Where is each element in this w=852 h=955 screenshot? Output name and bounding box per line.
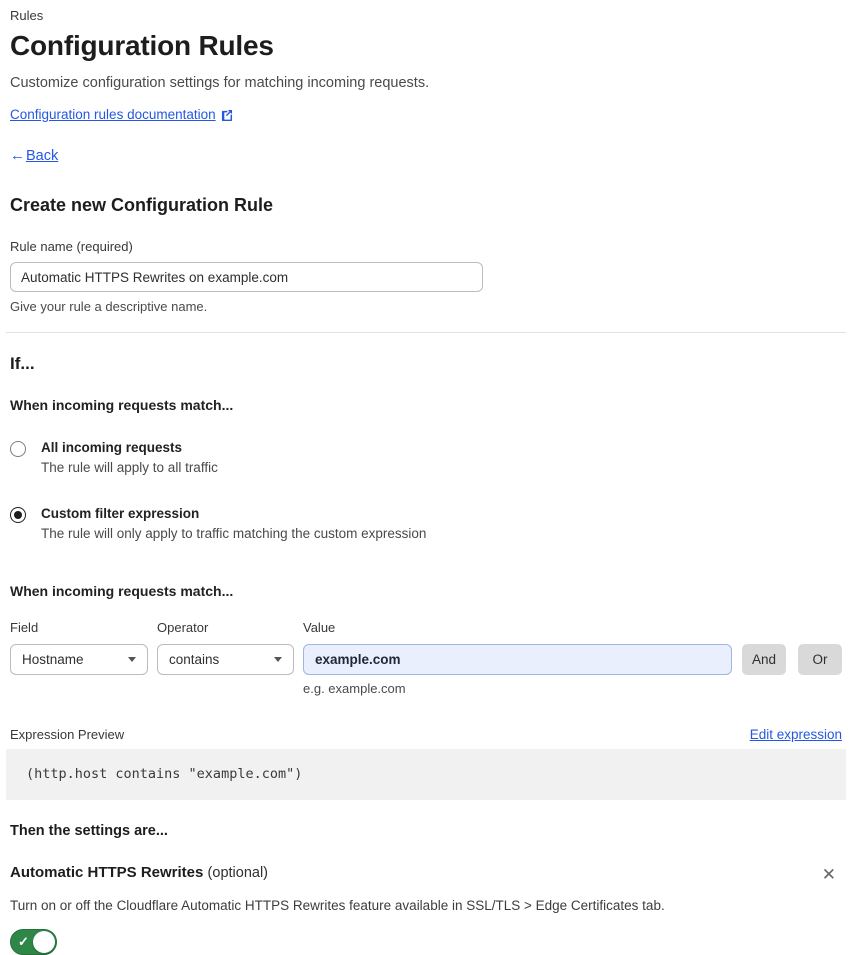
field-select[interactable]: Hostname	[10, 644, 148, 675]
page-title: Configuration Rules	[10, 30, 274, 61]
setting-title-name: Automatic HTTPS Rewrites	[10, 864, 204, 881]
radio-custom-filter-description: The rule will only apply to traffic matc…	[41, 526, 427, 541]
external-link-icon	[221, 109, 233, 121]
chevron-down-icon	[128, 657, 136, 662]
check-icon: ✓	[18, 934, 29, 949]
value-column: Value e.g. example.com	[303, 620, 732, 696]
create-rule-heading: Create new Configuration Rule	[10, 195, 274, 215]
match-type-label: When incoming requests match...	[10, 397, 234, 413]
or-button[interactable]: Or	[798, 644, 842, 675]
radio-option-custom-filter[interactable]: Custom filter expression The rule will o…	[10, 506, 842, 541]
then-settings-heading: Then the settings are...	[10, 823, 168, 839]
rule-name-input[interactable]	[10, 262, 483, 292]
page-description: Customize configuration settings for mat…	[10, 75, 430, 91]
if-heading: If...	[10, 354, 35, 373]
rule-name-help: Give your rule a descriptive name.	[10, 299, 208, 314]
radio-all-requests-label: All incoming requests	[41, 440, 183, 455]
radio-all-requests-icon[interactable]	[10, 441, 26, 457]
operator-select[interactable]: contains	[157, 644, 294, 675]
expression-preview-code: (http.host contains "example.com")	[6, 749, 846, 800]
section-divider	[6, 332, 846, 333]
expression-preview-header: Expression Preview Edit expression	[10, 727, 842, 742]
operator-column: Operator contains	[157, 620, 294, 696]
radio-custom-filter-label: Custom filter expression	[41, 506, 200, 521]
setting-header: Automatic HTTPS Rewrites (optional) ✕	[10, 864, 842, 885]
expression-builder-row: Field Hostname Operator contains Value e…	[10, 620, 842, 696]
rule-name-label: Rule name (required)	[10, 239, 133, 254]
value-input[interactable]	[303, 644, 732, 675]
expression-preview-label: Expression Preview	[10, 727, 125, 742]
automatic-https-rewrites-toggle[interactable]: ✓	[10, 929, 57, 955]
field-label: Field	[10, 620, 39, 635]
breadcrumb: Rules	[10, 8, 44, 23]
setting-title: Automatic HTTPS Rewrites (optional)	[10, 864, 268, 881]
radio-custom-filter-icon[interactable]	[10, 507, 26, 523]
setting-optional-tag: (optional)	[207, 865, 268, 881]
documentation-link[interactable]: Configuration rules documentation	[10, 107, 216, 122]
operator-select-value: contains	[169, 652, 220, 667]
operator-label: Operator	[157, 620, 209, 635]
chevron-down-icon	[274, 657, 282, 662]
value-label: Value	[303, 620, 336, 635]
radio-all-requests-description: The rule will apply to all traffic	[41, 460, 218, 475]
expression-builder-heading: When incoming requests match...	[10, 583, 234, 599]
and-button[interactable]: And	[742, 644, 786, 675]
toggle-knob[interactable]	[33, 931, 55, 953]
value-help: e.g. example.com	[303, 681, 406, 696]
close-icon[interactable]: ✕	[818, 864, 840, 885]
back-arrow-icon: ←	[10, 147, 25, 164]
field-column: Field Hostname	[10, 620, 148, 696]
back-row: ← Back	[10, 147, 842, 164]
andor-button-group: And Or	[742, 620, 842, 696]
edit-expression-link[interactable]: Edit expression	[750, 727, 842, 742]
radio-option-texts: Custom filter expression The rule will o…	[41, 506, 426, 541]
back-link[interactable]: Back	[26, 148, 58, 164]
field-select-value: Hostname	[22, 652, 84, 667]
radio-option-all-requests[interactable]: All incoming requests The rule will appl…	[10, 440, 842, 475]
documentation-link-row: Configuration rules documentation	[10, 107, 842, 122]
radio-option-texts: All incoming requests The rule will appl…	[41, 440, 218, 475]
